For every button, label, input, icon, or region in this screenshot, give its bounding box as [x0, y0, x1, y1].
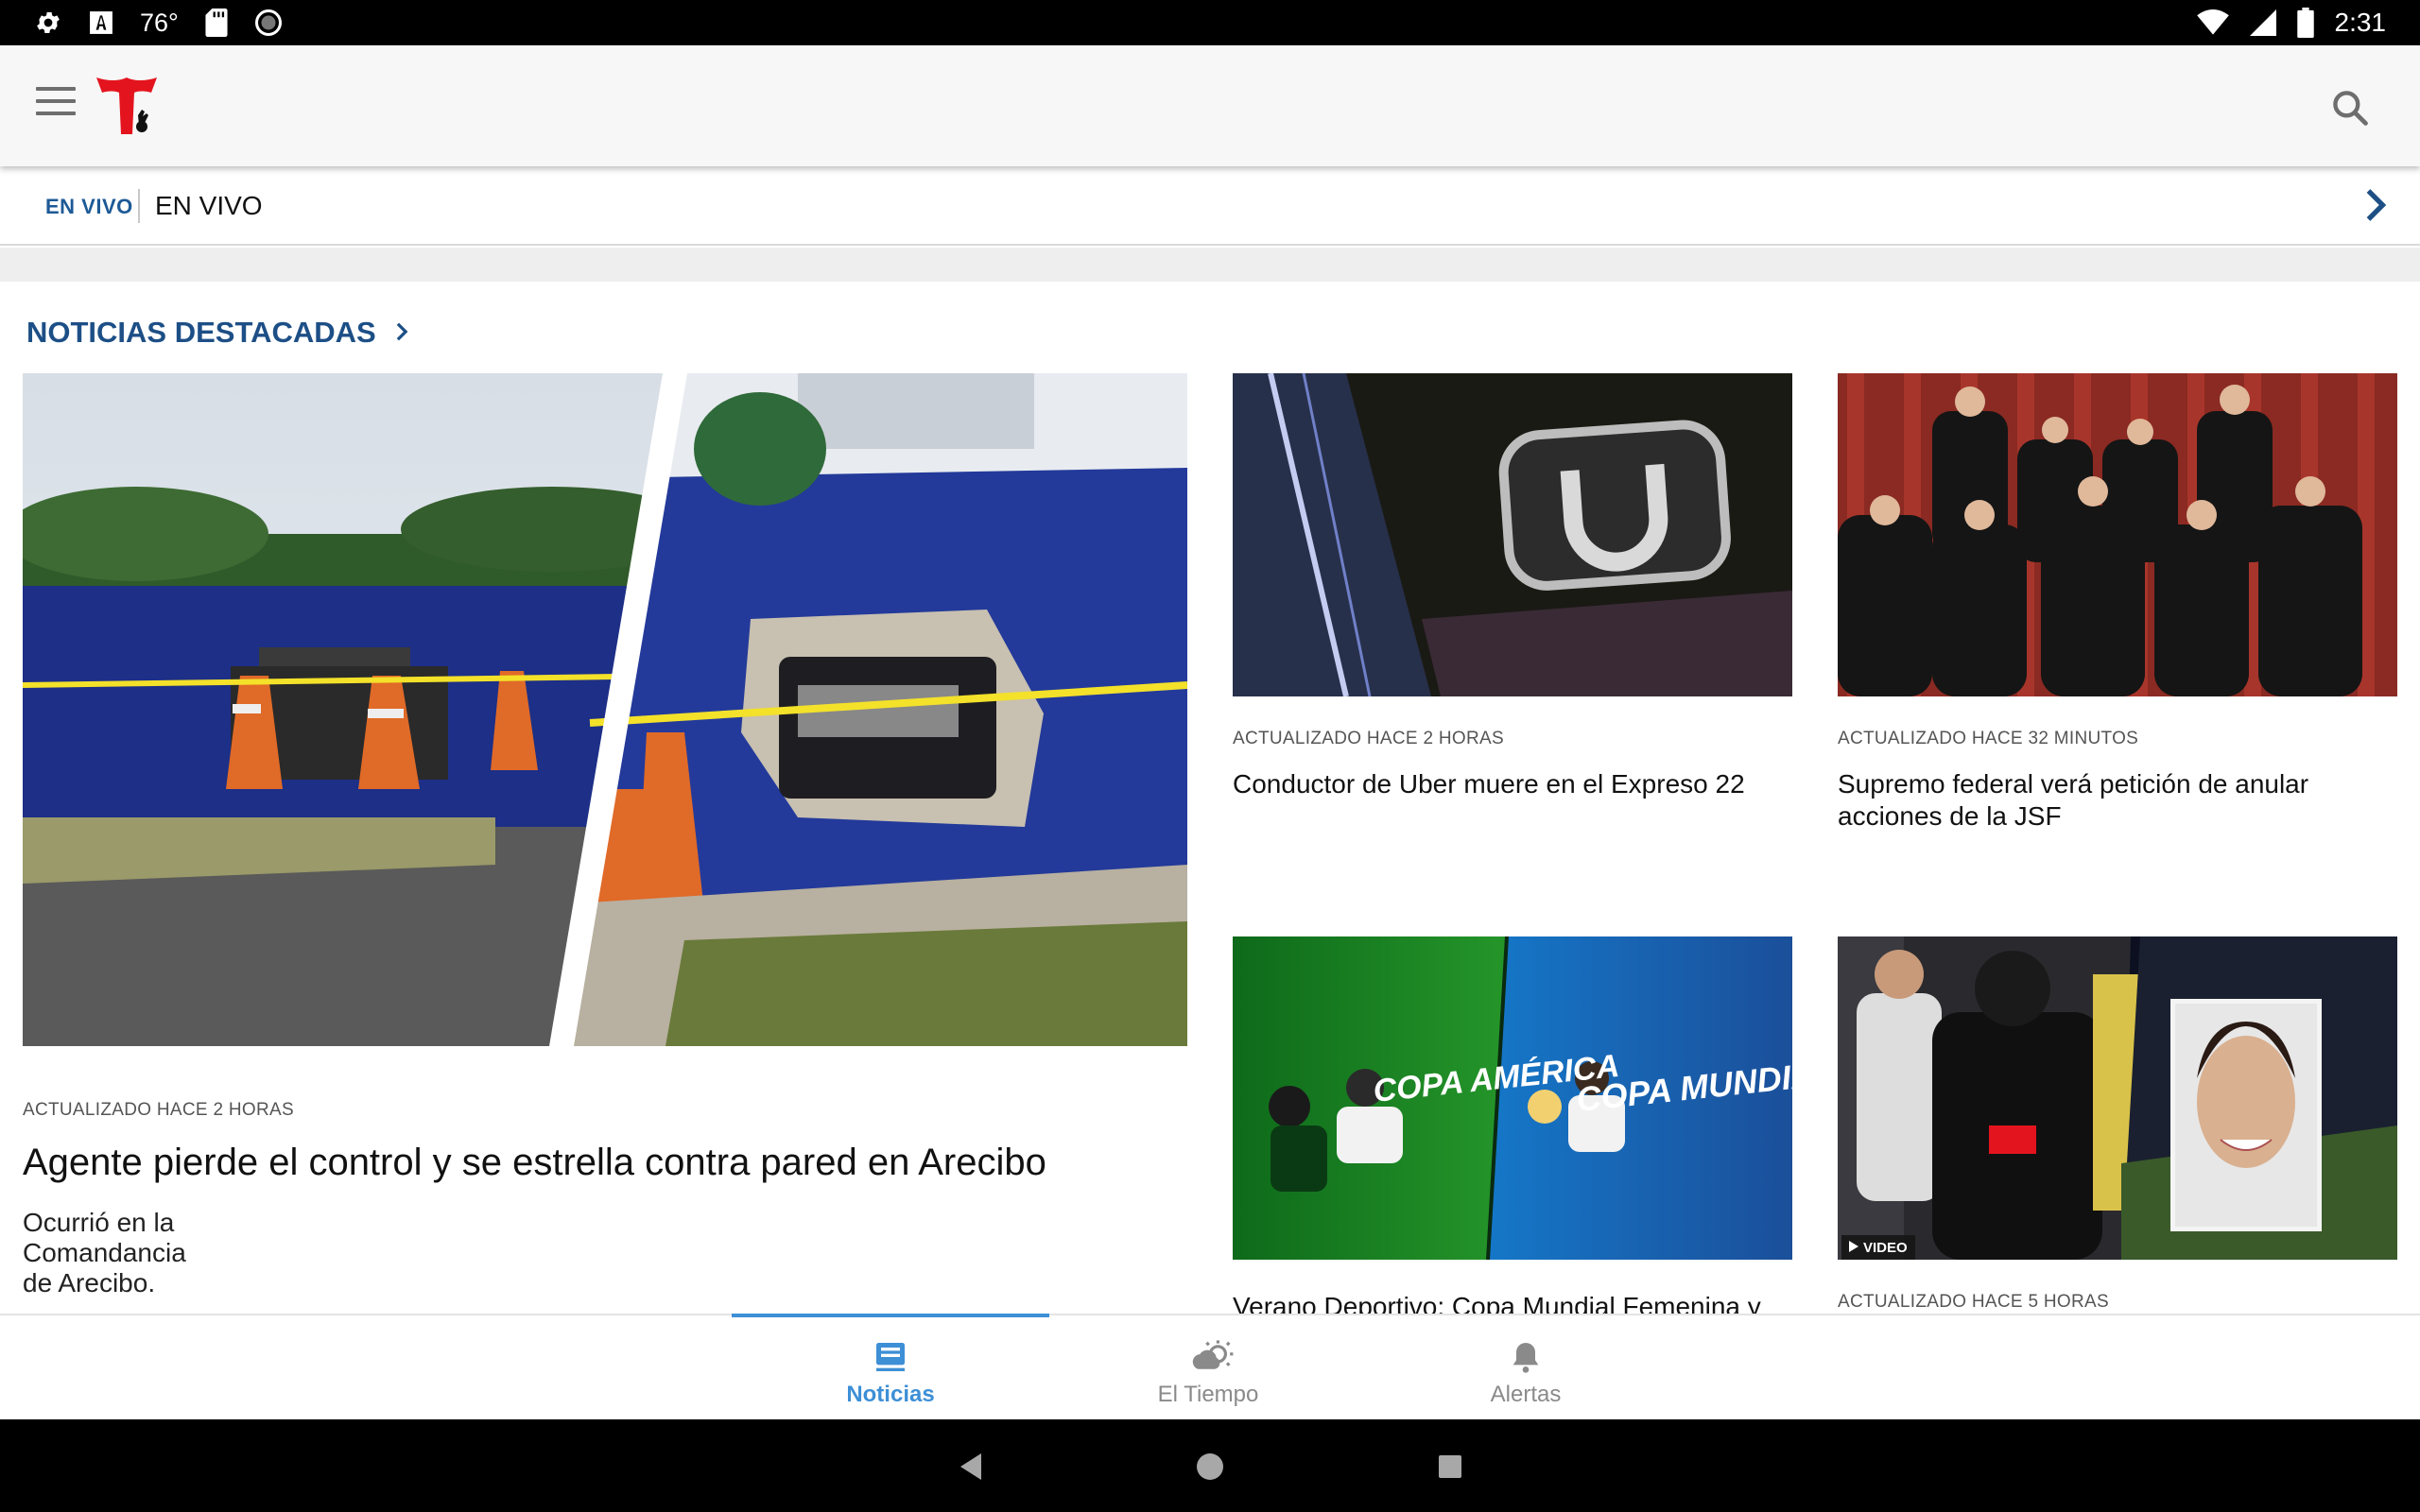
home-icon[interactable] — [1191, 1448, 1229, 1486]
article-timestamp: ACTUALIZADO HACE 5 HORAS — [1838, 1292, 2109, 1312]
search-icon[interactable] — [2329, 87, 2371, 129]
featured-article-image[interactable] — [23, 373, 1187, 1046]
divider — [138, 189, 140, 223]
system-navigation-bar — [0, 1419, 2420, 1512]
separator-band — [0, 248, 2420, 282]
play-icon — [1849, 1240, 1858, 1256]
status-bar: 76° 2:31 — [0, 0, 2420, 45]
weather-icon — [1189, 1338, 1234, 1376]
telemundo-logo[interactable] — [95, 72, 159, 140]
article-summary: Ocurrió en la Comandancia de Arecibo. — [23, 1208, 186, 1297]
live-tag: EN VIVO — [45, 195, 133, 218]
tab-alertas[interactable]: Alertas — [1367, 1315, 1685, 1421]
live-title: EN VIVO — [155, 191, 263, 220]
video-badge: VIDEO — [1841, 1235, 1915, 1260]
temperature-text: 76° — [140, 8, 179, 37]
battery-icon — [2296, 8, 2314, 38]
sd-card-icon — [205, 9, 228, 37]
tab-noticias[interactable]: Noticias — [732, 1314, 1049, 1421]
article-headline[interactable]: Supremo federal verá petición de anular … — [1838, 768, 2397, 833]
article-timestamp: ACTUALIZADO HACE 2 HORAS — [1233, 729, 1504, 748]
wifi-icon — [2196, 9, 2229, 36]
section-title-text: NOTICIAS DESTACADAS — [26, 316, 376, 349]
tab-label: Noticias — [846, 1382, 935, 1407]
sync-circle-icon — [254, 9, 283, 37]
app-bar — [0, 45, 2420, 166]
back-icon[interactable] — [953, 1448, 991, 1486]
article-image[interactable]: VIDEO — [1838, 936, 2397, 1260]
bottom-navigation: Noticias El Tiempo Alertas — [0, 1314, 2420, 1419]
article-headline[interactable]: Agente pierde el control y se estrella c… — [23, 1140, 1187, 1185]
article-timestamp: ACTUALIZADO HACE 32 MINUTOS — [1838, 729, 2139, 748]
recents-icon[interactable] — [1431, 1448, 1469, 1486]
article-timestamp: ACTUALIZADO HACE 2 HORAS — [23, 1100, 294, 1120]
active-tab-indicator — [732, 1314, 1049, 1317]
article-image[interactable] — [1838, 373, 2397, 696]
article-image[interactable]: COPA AMÉRICA COPA MUNDIAL — [1233, 936, 1792, 1260]
clock-text: 2:31 — [2334, 8, 2387, 37]
hamburger-menu-icon[interactable] — [36, 87, 76, 125]
tab-el-tiempo[interactable]: El Tiempo — [1049, 1315, 1367, 1421]
live-strip[interactable]: EN VIVO EN VIVO — [0, 166, 2420, 246]
settings-gear-icon — [34, 9, 62, 37]
news-icon — [872, 1338, 909, 1376]
cell-signal-icon — [2249, 9, 2276, 36]
tab-label: El Tiempo — [1157, 1382, 1259, 1407]
article-headline[interactable]: Conductor de Uber muere en el Expreso 22 — [1233, 768, 1792, 800]
video-badge-text: VIDEO — [1863, 1239, 1908, 1256]
bell-icon — [1507, 1338, 1545, 1376]
chevron-right-icon — [395, 316, 408, 350]
font-a-icon — [89, 10, 113, 35]
article-image[interactable] — [1233, 373, 1792, 696]
section-header[interactable]: NOTICIAS DESTACADAS — [26, 316, 408, 350]
chevron-right-icon[interactable] — [2361, 187, 2390, 223]
tab-label: Alertas — [1490, 1382, 1562, 1407]
